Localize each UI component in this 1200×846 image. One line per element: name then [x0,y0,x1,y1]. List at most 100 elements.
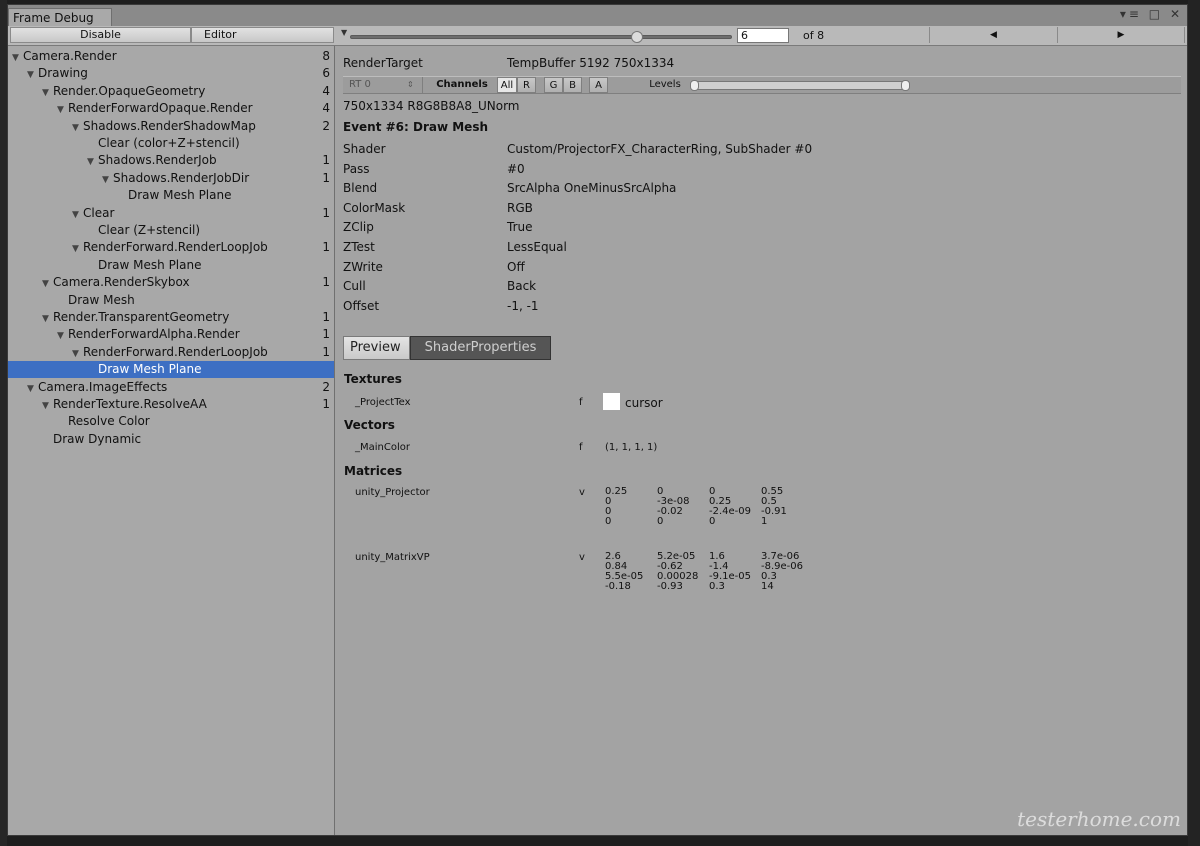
window-controls: ▾≡ □ ✕ [1120,7,1183,21]
property-value: True [507,220,533,235]
next-frame-button[interactable]: ▶ [1057,27,1185,43]
tree-item-label: Render.OpaqueGeometry [53,83,206,98]
prev-arrow-icon: ◀ [990,30,997,40]
close-icon[interactable]: ✕ [1170,7,1183,21]
levels-max-knob[interactable] [901,80,910,91]
rt-select-label: RT 0 [349,79,371,90]
tree-item[interactable]: ▼ Render.OpaqueGeometry 4 [8,83,334,100]
matrix-cell: -0.02 [657,506,683,517]
property-key: Pass [343,161,370,176]
levels-range-slider[interactable] [690,80,910,91]
rt-select[interactable]: RT 0 ⇕ [343,77,423,93]
tree-item[interactable]: Draw Mesh [8,292,334,309]
tree-item-label: Draw Dynamic [53,431,142,446]
tree-item[interactable]: Draw Mesh Plane [8,257,334,274]
tree-item[interactable]: ▼ RenderForwardAlpha.Render 1 [8,326,334,343]
tree-item-label: Shadows.RenderJobDir [113,170,250,185]
texture-value: cursor [625,396,663,410]
tree-item-count: 1 [322,310,330,324]
texture-prop-name: _ProjectTex [355,397,411,408]
tree-item[interactable]: Draw Mesh Plane [8,187,334,204]
tree-item[interactable]: Resolve Color [8,413,334,430]
disable-button[interactable]: Disable [10,27,191,43]
tree-item[interactable]: ▼ RenderForward.RenderLoopJob 1 [8,344,334,361]
matrix-cell: 0 [605,506,612,517]
menu-icon[interactable]: ▾≡ [1120,7,1142,21]
frame-index-input[interactable]: 6 [737,28,789,43]
tree-item[interactable]: ▼ Camera.Render 8 [8,48,334,65]
channel-g-button[interactable]: G [544,77,563,93]
channel-b-button[interactable]: B [563,77,582,93]
vectors-heading: Vectors [344,418,395,432]
tree-item[interactable]: Draw Dynamic [8,431,334,448]
tree-item[interactable]: ▼ Camera.ImageEffects 2 [8,379,334,396]
tree-item[interactable]: ▼ Shadows.RenderJob 1 [8,152,334,169]
frame-slider[interactable] [350,31,732,43]
property-value: Back [507,279,537,294]
channel-a-button[interactable]: A [589,77,608,93]
tree-item-count: 2 [322,118,330,133]
channels-label: Channels [436,79,488,90]
tree-item-label: RenderForward.RenderLoopJob [83,344,268,359]
matrix-cell: 0 [709,516,716,527]
matrix-cell: 14 [761,581,774,592]
tree-item[interactable]: Clear (Z+stencil) [8,222,334,239]
property-value: SrcAlpha OneMinusSrcAlpha [507,181,677,196]
event-title: Event #6: Draw Mesh [343,120,489,134]
tree-item[interactable]: ▼ Drawing 6 [8,65,334,82]
tree-item-count: 2 [322,379,330,394]
tree-item-count: 4 [322,83,330,98]
frame-debug-window: Frame Debug ▾≡ □ ✕ Disable Editor ▼ 6 of… [7,4,1188,836]
tree-item[interactable]: Clear (color+Z+stencil) [8,135,334,152]
tree-item[interactable]: ▼ RenderForward.RenderLoopJob 1 [8,239,334,256]
tree-item-label: Draw Mesh Plane [128,188,232,203]
tree-item[interactable]: ▼ RenderForwardOpaque.Render 4 [8,100,334,117]
texture-thumbnail[interactable] [603,393,620,410]
frame-total-label: of 8 [803,29,825,42]
tree-item-label: Resolve Color [68,414,150,429]
tree-item[interactable]: ▼ Render.TransparentGeometry 1 [8,309,334,326]
matrix-prop-type: v [579,487,585,498]
channel-all-button[interactable]: All [497,77,517,93]
next-arrow-icon: ▶ [1117,30,1125,40]
maximize-icon[interactable]: □ [1149,7,1163,21]
property-key: Blend [343,181,378,196]
tab-preview[interactable]: Preview [343,336,410,360]
matrix-prop-name: unity_Projector [355,487,430,498]
levels-min-knob[interactable] [690,80,699,91]
render-target-key: RenderTarget [343,56,423,70]
tree-item-label: RenderForward.RenderLoopJob [83,240,268,255]
frame-slider-thumb[interactable] [631,31,643,43]
vector-prop-name: _MainColor [355,442,410,453]
tree-item-label: Draw Mesh Plane [98,362,202,377]
matrix-cell: -0.91 [761,506,787,517]
property-key: ZClip [343,220,374,235]
tree-item-label: RenderForwardAlpha.Render [68,327,240,342]
tree-item[interactable]: Draw Mesh Plane [8,361,334,379]
tree-item[interactable]: ▼ Shadows.RenderJobDir 1 [8,170,334,187]
matrix-cell: 0 [605,496,612,507]
tree-item[interactable]: ▼ Camera.RenderSkybox 1 [8,274,334,291]
toolbar: Disable Editor ▼ 6 of 8 ◀ ▶ [8,26,1187,46]
levels-label: Levels [649,79,681,90]
editor-button[interactable]: Editor [191,27,334,43]
tab-frame-debug[interactable]: Frame Debug [8,8,112,27]
matrix-row: 0 0 0 1 [605,517,813,527]
tree-item-count: 1 [322,275,330,290]
tree-item-label: Clear [83,205,115,220]
tree-item-count: 1 [322,205,330,220]
tree-item-label: RenderTexture.ResolveAA [53,397,207,411]
tree-item-count: 1 [322,397,330,411]
watermark-text: testerhome.com [1017,807,1181,831]
vector-prop-value: (1, 1, 1, 1) [605,442,658,453]
tree-item[interactable]: ▼ RenderTexture.ResolveAA 1 [8,396,334,413]
prev-frame-button[interactable]: ◀ [929,27,1057,43]
dropdown-arrow-icon[interactable]: ▼ [341,28,347,37]
matrix-cell: 1 [761,516,768,527]
matrix-cell: 0.25 [605,486,628,497]
tab-shader-properties[interactable]: ShaderProperties [410,336,551,360]
tree-item[interactable]: ▼ Shadows.RenderShadowMap 2 [8,118,334,135]
tree-item-label: Camera.RenderSkybox [53,275,190,290]
tree-item[interactable]: ▼ Clear 1 [8,205,334,222]
channel-r-button[interactable]: R [517,77,536,93]
